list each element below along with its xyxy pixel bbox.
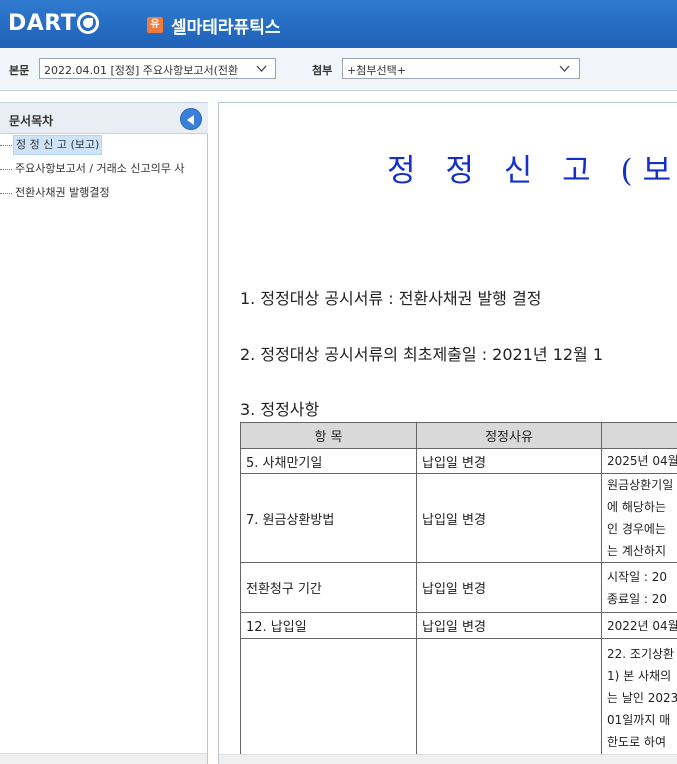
column-header-item: 항 목 <box>240 422 417 449</box>
tree-line <box>0 168 12 170</box>
toc-item-label: 주요사항보고서 / 거래소 신고의무 사 <box>15 162 185 175</box>
attachment-select-value: +첨부선택+ <box>347 64 406 77</box>
detail-line: 인 경우에는 <box>607 522 667 536</box>
column-header-reason: 정정사유 <box>416 422 602 449</box>
cell-reason <box>416 638 602 759</box>
dart-logo[interactable]: DART <box>8 9 100 37</box>
cell-reason: 납입일 변경 <box>416 448 602 474</box>
document-toolbar: 본문 2022.04.01 [정정] 주요사항보고서(전환 첨부 +첨부선택+ <box>0 48 677 91</box>
cell-detail: 22. 조기상환 1) 본 사채의 는 날인 2023 01일까지 매 한도로 … <box>601 638 677 759</box>
collapse-sidebar-button[interactable] <box>180 108 202 130</box>
detail-line: 01일까지 매 <box>607 713 671 727</box>
cell-item: 7. 원금상환방법 <box>240 473 417 563</box>
attachment-select[interactable]: +첨부선택+ <box>342 58 580 79</box>
detail-line: 원금상환기일 <box>607 478 674 492</box>
detail-line: 시작일 : 20 <box>607 569 668 584</box>
correction-target-document: 1. 정정대상 공시서류 : 전환사채권 발행 결정 <box>240 289 542 308</box>
toc-item-label: 정 정 신 고 (보고) <box>13 135 103 155</box>
detail-line: 종료일 : 20 <box>607 591 668 606</box>
correction-table: 항 목 정정사유 5. 사채만기일 납입일 변경 2025년 04월 7. 원금… <box>240 422 677 759</box>
company-name: 셀마테라퓨틱스 <box>171 18 281 38</box>
cell-reason: 납입일 변경 <box>416 612 602 639</box>
cell-reason: 납입일 변경 <box>416 473 602 563</box>
viewer-horizontal-scrollbar[interactable] <box>219 754 677 764</box>
tree-line <box>0 192 12 194</box>
company-type-badge: 유 <box>147 17 163 33</box>
cell-reason: 납입일 변경 <box>416 562 602 613</box>
table-row: 7. 원금상환방법 납입일 변경 원금상환기일 에 해당하는 인 경우에는 는 … <box>240 473 677 563</box>
main-body-label: 본문 <box>9 64 30 77</box>
detail-line: 22. 조기상환 <box>607 647 675 661</box>
toc-item-major-report[interactable]: 주요사항보고서 / 거래소 신고의무 사 <box>0 159 207 179</box>
detail-line: 는 계산하지 <box>607 544 667 558</box>
detail-line: 1) 본 사채의 <box>607 669 672 683</box>
document-viewer: 정 정 신 고 (보고 1. 정정대상 공시서류 : 전환사채권 발행 결정 2… <box>218 102 677 764</box>
toc-item-correction-report[interactable]: 정 정 신 고 (보고) <box>0 135 207 155</box>
app-header: DART 유 셀마테라퓨틱스 <box>0 0 677 48</box>
correction-items-heading: 3. 정정사항 <box>240 400 320 419</box>
dart-logo-icon <box>77 12 100 34</box>
initial-submission-date: 2. 정정대상 공시서류의 최초제출일 : 2021년 12월 1 <box>240 345 604 364</box>
cell-detail: 원금상환기일 에 해당하는 인 경우에는 는 계산하지 <box>601 473 677 563</box>
document-title: 정 정 신 고 (보고 <box>387 153 677 189</box>
detail-line: 한도로 하여 <box>607 735 667 749</box>
cell-item: 5. 사채만기일 <box>240 448 417 474</box>
detail-line: 2022년 04월 <box>607 618 677 633</box>
cell-item <box>240 638 417 759</box>
table-header-row: 항 목 정정사유 <box>240 422 677 449</box>
main-body-select-value: 2022.04.01 [정정] 주요사항보고서(전환 <box>44 64 239 77</box>
table-row: 전환청구 기간 납입일 변경 시작일 : 20 종료일 : 20 <box>240 562 677 613</box>
table-row: 5. 사채만기일 납입일 변경 2025년 04월 <box>240 448 677 474</box>
main-body-select[interactable]: 2022.04.01 [정정] 주요사항보고서(전환 <box>39 58 276 79</box>
table-row: 22. 조기상환 1) 본 사채의 는 날인 2023 01일까지 매 한도로 … <box>240 638 677 759</box>
toc-item-convertible-bond[interactable]: 전환사채권 발행결정 <box>0 183 207 203</box>
detail-line: 2025년 04월 <box>607 454 677 468</box>
tree-line <box>0 144 12 146</box>
chevron-down-icon <box>559 65 570 72</box>
cell-detail: 2022년 04월 <box>601 612 677 639</box>
table-row: 12. 납입일 납입일 변경 2022년 04월 <box>240 612 677 639</box>
toc-header: 문서목차 <box>0 102 208 134</box>
logo-text: DART <box>8 10 77 36</box>
toc-title: 문서목차 <box>9 114 54 128</box>
toc-item-label: 전환사채권 발행결정 <box>15 186 110 199</box>
cell-item: 전환청구 기간 <box>240 562 417 613</box>
detail-line: 는 날인 2023 <box>607 691 677 705</box>
cell-item: 12. 납입일 <box>240 612 417 639</box>
sidebar-horizontal-scrollbar[interactable] <box>0 753 207 764</box>
cell-detail: 2025년 04월 <box>601 448 677 474</box>
chevron-down-icon <box>256 65 267 72</box>
attachment-label: 첨부 <box>312 64 333 77</box>
column-header-detail <box>601 422 677 449</box>
toc-sidebar: 문서목차 정 정 신 고 (보고) 주요사항보고서 / 거래소 신고의무 사 전… <box>0 102 208 764</box>
cell-detail: 시작일 : 20 종료일 : 20 <box>601 562 677 613</box>
detail-line: 에 해당하는 <box>607 500 667 514</box>
